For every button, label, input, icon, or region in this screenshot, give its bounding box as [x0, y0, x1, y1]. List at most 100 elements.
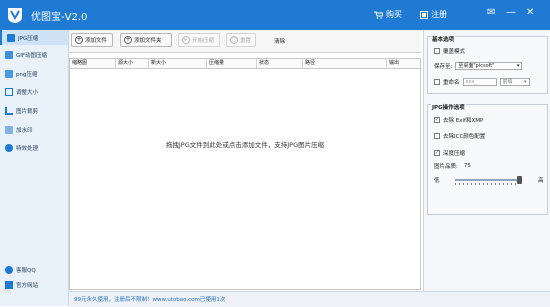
strip-icc-checkbox[interactable] [434, 133, 440, 139]
jpg-options-group: JPG操作选项 ✓ 去除 Exif和XMP 去除ICC颜色配置 ✓ 深度压缩 图… [427, 103, 548, 215]
close-icon[interactable]: ✕ [526, 8, 534, 18]
effects-icon [5, 143, 13, 152]
buy-button[interactable]: 购买 [374, 9, 402, 20]
start-label: 开始压缩 [192, 38, 215, 44]
settings-panel: 基本选项 覆盖模式 保存至: 至桌面"picsoft" ▾ 重命名 xxx_ 前… [423, 30, 550, 291]
chevron-down-icon: ▾ [524, 78, 527, 85]
column-header[interactable]: 状态 [257, 59, 303, 68]
basic-settings-group: 基本选项 覆盖模式 保存至: 至桌面"picsoft" ▾ 重命名 xxx_ 前… [427, 35, 548, 94]
sidebar-item-resize[interactable]: 调整大小 [0, 84, 68, 99]
reset-label: 重置 [240, 38, 252, 44]
plus-icon: + [124, 36, 132, 44]
column-header[interactable]: 源大小 [116, 59, 149, 68]
add-file-button[interactable]: + 添加文件 [71, 33, 113, 47]
register-label: 注册 [431, 10, 447, 19]
save-to-row: 保存至: 至桌面"picsoft" ▾ [434, 62, 523, 70]
rename-input[interactable]: xxx_ [462, 78, 497, 86]
sidebar-item-label: 图片裁剪 [16, 108, 39, 115]
gif-icon [5, 50, 13, 59]
customer-qq-link[interactable]: 客服QQ [5, 266, 36, 274]
sidebar-item-label: 特效处理 [16, 145, 39, 152]
quality-slider[interactable]: 低 高 [434, 176, 544, 186]
sidebar-item-label: png压缩 [16, 71, 38, 78]
sidebar-item-png[interactable]: png压缩 [0, 66, 68, 81]
sidebar-item-crop[interactable]: 图片裁剪 [0, 103, 68, 118]
sidebar-item-label: JPG压缩 [18, 35, 39, 42]
sidebar-item-effects[interactable]: 特效处理 [0, 140, 68, 155]
reset-icon: ○ [230, 36, 238, 44]
resize-icon [5, 87, 13, 96]
app-title: 优图宝-V2.0 [31, 12, 88, 23]
strip-exif-checkbox[interactable]: ✓ [434, 117, 440, 123]
png-icon [5, 69, 13, 78]
deep-compress-label: 深度压缩 [443, 151, 466, 157]
quality-value: 75 [463, 163, 471, 169]
rename-label: 重命名 [443, 80, 460, 86]
sidebar-item-label: 调整大小 [16, 89, 39, 96]
start-compress-button[interactable]: ▸ 开始压缩 [178, 33, 220, 47]
column-header[interactable]: 压缩量 [207, 59, 257, 68]
sidebar-item-label: 加水印 [16, 127, 33, 134]
overwrite-checkbox[interactable] [434, 48, 440, 54]
save-to-label: 保存至: [434, 64, 453, 70]
official-site-link[interactable]: 官方网站 [5, 281, 38, 289]
save-to-value: 至桌面"picsoft" [458, 62, 495, 69]
official-site-label: 官方网站 [16, 283, 39, 289]
column-header[interactable]: 输出 [387, 59, 420, 68]
strip-icc-label: 去除ICC颜色配置 [443, 134, 486, 140]
skin-icon[interactable]: ✉ [487, 8, 495, 18]
overwrite-option[interactable]: 覆盖模式 [434, 47, 465, 55]
add-folder-label: 添加文件夹 [134, 38, 162, 44]
minimize-icon[interactable]: — [506, 8, 516, 18]
add-file-label: 添加文件 [85, 38, 108, 44]
strip-exif-label: 去除 Exif和XMP [443, 118, 484, 124]
quality-label: 图片品质: [434, 164, 458, 170]
customer-qq-label: 客服QQ [16, 268, 36, 274]
app-logo-icon [8, 8, 22, 23]
strip-icc-option[interactable]: 去除ICC颜色配置 [434, 132, 485, 140]
column-header[interactable]: 路径 [303, 59, 387, 68]
deep-compress-option[interactable]: ✓ 深度压缩 [434, 149, 465, 157]
slider-track[interactable] [455, 179, 517, 181]
quality-row: 图片品质: 75 [434, 162, 471, 170]
save-to-select[interactable]: 至桌面"picsoft" ▾ [455, 62, 523, 70]
slider-handle[interactable] [517, 176, 522, 184]
drop-hint: 拖拽JPG文件到此处或点击添加文件，支持JPG图片压缩 [165, 141, 325, 149]
sidebar: JPG压缩 GIF动图压缩 png压缩 调整大小 图片裁剪 加水印 特效处理 客… [0, 30, 69, 306]
file-table[interactable]: 缩略图 源大小 新大小 压缩量 状态 路径 输出 拖拽JPG文件到此处或点击添加… [69, 58, 421, 290]
cart-icon [374, 11, 383, 19]
watermark-icon [5, 125, 13, 134]
rename-placeholder: xxx_ [465, 78, 477, 85]
table-header: 缩略图 源大小 新大小 压缩量 状态 路径 输出 [70, 59, 420, 69]
overwrite-label: 覆盖模式 [443, 49, 466, 55]
title-bar: 优图宝-V2.0 购买 注册 ✉ — ✕ [0, 0, 550, 30]
rename-checkbox[interactable] [434, 79, 440, 85]
clear-link[interactable]: 清除 [274, 37, 285, 45]
column-header[interactable]: 新大小 [149, 59, 207, 68]
high-label: 高 [538, 178, 544, 184]
play-icon: ▸ [182, 36, 190, 44]
qq-icon [5, 266, 13, 274]
rename-position-select[interactable]: 前缀 ▾ [499, 78, 530, 86]
status-text[interactable]: 99元永久使用，注册后不限制！www.utobao.com已使用1次 [74, 295, 225, 303]
register-icon [420, 10, 428, 19]
status-bar: 99元永久使用，注册后不限制！www.utobao.com已使用1次 [69, 291, 550, 307]
toolbar: + 添加文件 + 添加文件夹 ▸ 开始压缩 ○ 重置 清除 [69, 30, 421, 53]
chevron-down-icon: ▾ [516, 62, 520, 69]
sidebar-item-jpg[interactable]: JPG压缩 [0, 30, 68, 45]
strip-exif-option[interactable]: ✓ 去除 Exif和XMP [434, 116, 483, 124]
column-header[interactable]: 缩略图 [70, 59, 116, 68]
plus-icon: + [75, 36, 83, 44]
home-icon [5, 281, 13, 289]
reset-button[interactable]: ○ 重置 [226, 33, 256, 47]
sidebar-item-watermark[interactable]: 加水印 [0, 122, 68, 137]
crop-icon [5, 106, 13, 115]
sidebar-item-gif[interactable]: GIF动图压缩 [0, 47, 68, 62]
deep-compress-checkbox[interactable]: ✓ [434, 150, 440, 156]
rename-row: 重命名 xxx_ 前缀 ▾ [434, 78, 530, 86]
low-label: 低 [434, 178, 440, 184]
add-folder-button[interactable]: + 添加文件夹 [120, 33, 172, 47]
register-button[interactable]: 注册 [420, 9, 447, 20]
jpg-icon [7, 33, 15, 42]
group-title: 基本选项 [431, 35, 456, 43]
